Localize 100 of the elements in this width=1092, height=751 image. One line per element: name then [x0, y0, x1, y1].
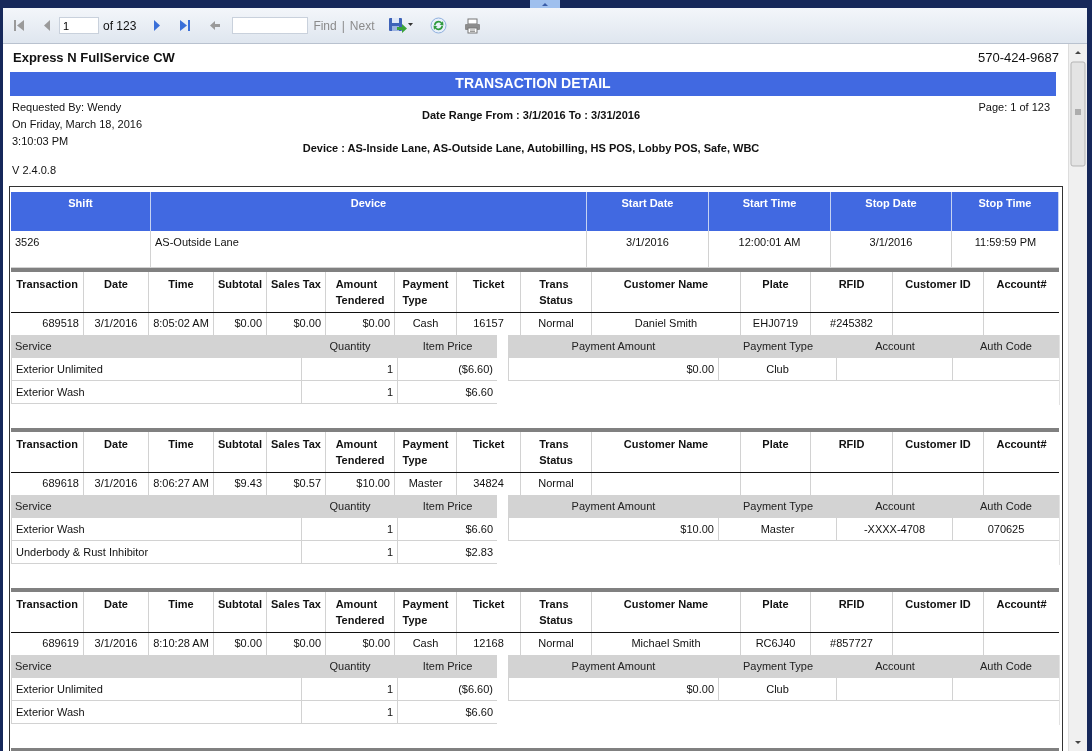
table-cell: Club: [719, 678, 837, 701]
column-header: Subtotal: [214, 592, 267, 632]
table-cell: Club: [719, 358, 837, 381]
table-cell: Underbody & Rust Inhibitor: [11, 541, 302, 564]
column-header: Amount Tendered: [335, 437, 385, 468]
column-header: Trans Status: [539, 277, 573, 308]
column-header: Ticket: [457, 272, 521, 312]
refresh-icon[interactable]: [429, 17, 447, 34]
requested-by: Requested By: Wendy: [12, 100, 123, 114]
column-header: Transaction: [11, 592, 84, 632]
request-date: On Friday, March 18, 2016: [12, 117, 144, 131]
column-header: Service: [11, 335, 302, 358]
column-header: Transaction: [11, 272, 84, 312]
column-header: Payment Amount: [508, 655, 719, 678]
column-header: Time: [149, 432, 214, 472]
device-list: Device : AS-Inside Lane, AS-Outside Lane, Autobilling, HS POS, Lobby POS, Safe, WBC: [302, 142, 760, 154]
column-header: Payment Type: [719, 335, 837, 358]
column-header: Ticket: [457, 592, 521, 632]
date-range: Date Range From : 3/1/2016 To : 3/31/2016: [421, 109, 641, 121]
column-header: Sales Tax: [267, 432, 326, 472]
table-cell: $10.00: [508, 518, 719, 541]
column-header: Payment Type: [402, 277, 449, 308]
table-cell: 1: [302, 518, 398, 541]
column-header: Device: [151, 192, 587, 231]
column-header: Time: [149, 592, 214, 632]
column-header: Payment Amount: [508, 495, 719, 518]
column-header: Account#: [995, 437, 1048, 452]
column-header: Quantity: [302, 495, 398, 518]
table-cell: ($6.60): [398, 678, 497, 701]
column-header: Payment Amount: [508, 335, 719, 358]
last-page-icon[interactable]: [179, 19, 192, 32]
link-separator: |: [341, 18, 345, 33]
find-field[interactable]: [232, 17, 309, 34]
column-header: Plate: [741, 272, 811, 312]
table-cell: 1: [302, 678, 398, 701]
table-cell: $0.00: [508, 358, 719, 381]
column-header: Item Price: [398, 495, 497, 518]
column-header: Account: [837, 655, 953, 678]
table-cell: -XXXX-4708: [837, 518, 953, 541]
page-count: of 123: [103, 18, 137, 33]
table-cell: Exterior Unlimited: [11, 358, 302, 381]
collapse-handle[interactable]: [530, 0, 560, 8]
save-icon[interactable]: [387, 17, 413, 34]
column-header: Account: [837, 335, 953, 358]
table-cell: 1: [302, 701, 398, 724]
column-header: Date: [84, 592, 149, 632]
column-header: Customer Name: [592, 432, 741, 472]
column-header: Customer ID: [893, 592, 984, 632]
column-header: Start Time: [709, 192, 831, 231]
column-header: Auth Code: [953, 335, 1059, 358]
column-header: Plate: [741, 432, 811, 472]
column-header: Sales Tax: [267, 592, 326, 632]
table-cell: ($6.60): [398, 358, 497, 381]
column-header: Payment Type: [402, 437, 449, 468]
report-title: TRANSACTION DETAIL: [10, 72, 1056, 96]
table-cell: $6.60: [398, 701, 497, 724]
column-header: Account: [837, 495, 953, 518]
table-cell: Exterior Wash: [11, 381, 302, 404]
printer-icon[interactable]: [463, 17, 481, 34]
column-header: Auth Code: [953, 495, 1059, 518]
table-cell: 070625: [953, 518, 1059, 541]
table-cell: $0.00: [508, 678, 719, 701]
column-header: Quantity: [302, 655, 398, 678]
column-header: Account#: [995, 277, 1048, 292]
column-header: Customer ID: [893, 272, 984, 312]
column-header: Trans Status: [539, 437, 573, 468]
column-header: Customer Name: [592, 272, 741, 312]
column-header: RFID: [811, 592, 893, 632]
column-header: Date: [84, 432, 149, 472]
version-label: V 2.4.0.8: [12, 163, 58, 177]
column-header: Account#: [995, 597, 1048, 612]
column-header: Stop Time: [952, 192, 1059, 231]
column-header: Amount Tendered: [335, 277, 385, 308]
column-header: Ticket: [457, 432, 521, 472]
column-header: Service: [11, 655, 302, 678]
column-header: Time: [149, 272, 214, 312]
column-header: Amount Tendered: [335, 597, 385, 628]
column-header: Start Date: [587, 192, 709, 231]
column-header: Quantity: [302, 335, 398, 358]
column-header: Customer Name: [592, 592, 741, 632]
column-header: Payment Type: [719, 495, 837, 518]
page-indicator: Page: 1 of 123: [978, 101, 1050, 113]
column-header: Trans Status: [539, 597, 573, 628]
column-header: Item Price: [398, 655, 497, 678]
table-cell: Exterior Wash: [11, 518, 302, 541]
page-number-field[interactable]: 1: [59, 17, 99, 34]
column-header: Payment Type: [719, 655, 837, 678]
column-header: Subtotal: [214, 272, 267, 312]
column-header: Transaction: [11, 432, 84, 472]
table-cell: 1: [302, 541, 398, 564]
column-header: Date: [84, 272, 149, 312]
column-header: RFID: [811, 432, 893, 472]
column-header: Payment Type: [402, 597, 449, 628]
table-cell: $6.60: [398, 381, 497, 404]
table-cell: Master: [719, 518, 837, 541]
column-header: Plate: [741, 592, 811, 632]
column-header: Sales Tax: [267, 272, 326, 312]
column-header: Subtotal: [214, 432, 267, 472]
column-header: RFID: [811, 272, 893, 312]
table-cell: $2.83: [398, 541, 497, 564]
